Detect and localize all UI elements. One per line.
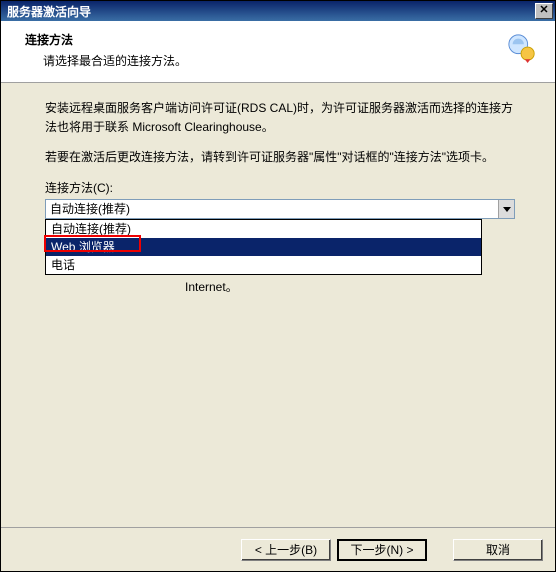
connection-method-combobox[interactable]: 自动连接(推荐): [45, 199, 515, 219]
next-button[interactable]: 下一步(N) >: [337, 539, 427, 561]
connection-method-combo-wrap: 自动连接(推荐) 自动连接(推荐) Web 浏览器 电话: [45, 199, 515, 219]
wizard-body: 安装远程桌面服务客户端访问许可证(RDS CAL)时，为许可证服务器激活而选择的…: [1, 83, 555, 527]
cancel-button[interactable]: 取消: [453, 539, 543, 561]
back-button[interactable]: < 上一步(B): [241, 539, 331, 561]
paragraph-1: 安装远程桌面服务客户端访问许可证(RDS CAL)时，为许可证服务器激活而选择的…: [45, 99, 515, 136]
certificate-icon: [507, 33, 537, 63]
option-phone[interactable]: 电话: [46, 256, 481, 274]
chevron-down-icon[interactable]: [498, 200, 514, 218]
wizard-window: 服务器激活向导 ✕ 连接方法 请选择最合适的连接方法。 安装远程桌面服务客户端访…: [0, 0, 556, 572]
titlebar: 服务器激活向导 ✕: [1, 1, 555, 21]
connection-method-dropdown: 自动连接(推荐) Web 浏览器 电话: [45, 219, 482, 275]
wizard-footer: < 上一步(B) 下一步(N) > 取消: [1, 527, 555, 571]
option-web-browser[interactable]: Web 浏览器: [46, 238, 481, 256]
option-auto-connect[interactable]: 自动连接(推荐): [46, 220, 481, 238]
header-title: 连接方法: [25, 31, 507, 48]
combobox-value: 自动连接(推荐): [46, 200, 498, 219]
wizard-header: 连接方法 请选择最合适的连接方法。: [1, 21, 555, 83]
connection-method-label: 连接方法(C):: [45, 179, 515, 198]
header-text: 连接方法 请选择最合适的连接方法。: [25, 31, 507, 69]
close-button[interactable]: ✕: [535, 3, 553, 19]
window-title: 服务器激活向导: [7, 3, 535, 20]
paragraph-2: 若要在激活后更改连接方法，请转到许可证服务器"属性"对话框的"连接方法"选项卡。: [45, 148, 515, 167]
header-subtitle: 请选择最合适的连接方法。: [25, 52, 507, 69]
